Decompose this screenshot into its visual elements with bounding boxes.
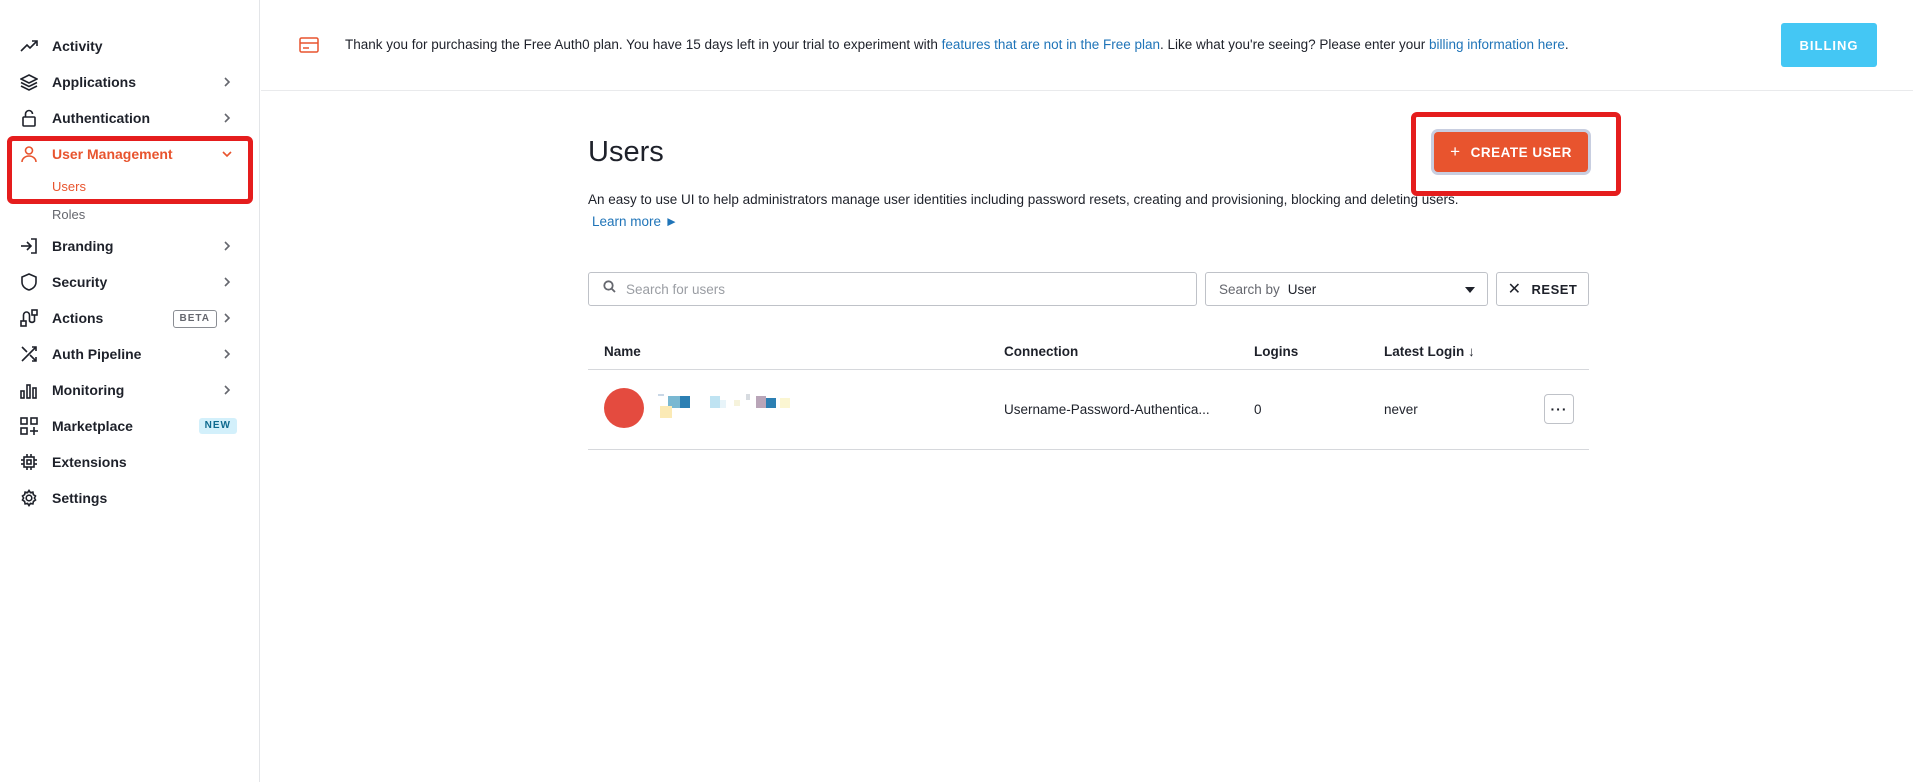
column-header-logins: Logins (1254, 344, 1299, 359)
search-by-value: User (1287, 281, 1317, 297)
grid-plus-icon (20, 417, 38, 435)
sidebar-item-label: Settings (52, 490, 108, 506)
plus-icon: + (1450, 142, 1461, 161)
chevron-right-icon (221, 111, 233, 123)
search-by-select[interactable]: Search by User (1205, 272, 1488, 306)
sidebar-subitem-users[interactable]: Users (0, 172, 259, 200)
shuffle-icon (20, 345, 38, 363)
sidebar-item-activity[interactable]: Activity (0, 28, 259, 64)
chevron-right-icon (221, 347, 233, 359)
column-header-latest-login[interactable]: Latest Login ↓ (1384, 344, 1475, 359)
billing-button[interactable]: BILLING (1781, 23, 1877, 67)
page-title: Users (588, 136, 664, 168)
sidebar: Activity Applications Authentication Use… (0, 0, 260, 782)
caret-down-icon (1465, 287, 1475, 293)
banner-text: . (1564, 37, 1569, 52)
search-by-label: Search by (1219, 281, 1280, 297)
sidebar-item-actions[interactable]: Actions BETA (0, 300, 259, 336)
sidebar-item-auth-pipeline[interactable]: Auth Pipeline (0, 336, 259, 372)
sidebar-item-settings[interactable]: Settings (0, 480, 259, 516)
sidebar-item-label: Actions (52, 310, 104, 326)
actions-flow-icon (20, 309, 38, 327)
latest-login-cell: never (1384, 402, 1418, 417)
column-header-name: Name (604, 344, 641, 359)
gear-icon (20, 489, 38, 507)
shield-icon (20, 273, 38, 291)
sidebar-item-label: Applications (52, 74, 137, 90)
banner-text: Thank you for purchasing the Free Auth0 … (345, 37, 942, 52)
sidebar-item-label: Authentication (52, 110, 150, 126)
chevron-down-icon (221, 147, 233, 159)
sidebar-item-label: Security (52, 274, 108, 290)
sidebar-item-branding[interactable]: Branding (0, 228, 259, 264)
more-horizontal-icon: ··· (1550, 401, 1568, 417)
sidebar-item-user-management[interactable]: User Management (0, 136, 259, 172)
sidebar-item-authentication[interactable]: Authentication (0, 100, 259, 136)
avatar[interactable] (604, 388, 644, 428)
sidebar-item-applications[interactable]: Applications (0, 64, 259, 100)
sign-in-icon (20, 237, 38, 255)
reset-label: RESET (1531, 281, 1578, 297)
search-box[interactable] (588, 272, 1197, 306)
lock-icon (20, 109, 38, 127)
sidebar-item-extensions[interactable]: Extensions (0, 444, 259, 480)
chevron-right-icon (221, 275, 233, 287)
page-description: An easy to use UI to help administrators… (588, 192, 1459, 207)
sidebar-item-label: Auth Pipeline (52, 346, 142, 362)
chip-icon (20, 453, 38, 471)
sidebar-item-label: Activity (52, 38, 103, 54)
search-input[interactable] (626, 281, 1186, 297)
chevron-right-icon (221, 75, 233, 87)
trending-up-icon (20, 37, 38, 55)
sidebar-item-label: User Management (52, 146, 173, 162)
user-icon (20, 145, 38, 163)
close-icon: ✕ (1507, 281, 1522, 298)
reset-button[interactable]: ✕ RESET (1496, 272, 1589, 306)
connection-cell: Username-Password-Authentica... (1004, 402, 1210, 417)
chevron-right-icon (221, 311, 233, 323)
row-more-button[interactable]: ··· (1544, 394, 1574, 424)
free-plan-features-link[interactable]: features that are not in the Free plan (942, 37, 1160, 52)
learn-more-link[interactable]: Learn more ► (592, 214, 678, 229)
search-icon (603, 280, 616, 298)
new-badge: NEW (198, 418, 237, 434)
beta-badge: BETA (172, 310, 217, 328)
bar-chart-icon (20, 381, 38, 399)
logins-cell: 0 (1254, 402, 1262, 417)
sidebar-item-marketplace[interactable]: Marketplace NEW (0, 408, 259, 444)
redacted-user-name[interactable] (658, 392, 798, 418)
sidebar-item-label: Monitoring (52, 382, 125, 398)
trial-banner: Thank you for purchasing the Free Auth0 … (261, 0, 1913, 91)
banner-text: . Like what you're seeing? Please enter … (1160, 37, 1429, 52)
column-header-connection: Connection (1004, 344, 1079, 359)
billing-info-link[interactable]: billing information here (1429, 37, 1565, 52)
sidebar-item-label: Branding (52, 238, 114, 254)
table-header: Name Connection Logins Latest Login ↓ (588, 332, 1589, 370)
credit-card-icon (299, 36, 319, 54)
create-user-label: CREATE USER (1470, 144, 1572, 160)
create-user-button[interactable]: + CREATE USER (1434, 132, 1588, 172)
sidebar-item-security[interactable]: Security (0, 264, 259, 300)
banner-message: Thank you for purchasing the Free Auth0 … (345, 37, 1569, 52)
chevron-right-icon (221, 239, 233, 251)
sidebar-item-label: Marketplace (52, 418, 133, 434)
sidebar-subitem-roles[interactable]: Roles (0, 200, 259, 228)
sidebar-item-monitoring[interactable]: Monitoring (0, 372, 259, 408)
sidebar-item-label: Extensions (52, 454, 127, 470)
chevron-right-icon (221, 383, 233, 395)
users-table: Name Connection Logins Latest Login ↓ Us… (588, 332, 1589, 450)
layers-icon (20, 73, 38, 91)
table-row[interactable]: Username-Password-Authentica... 0 never … (588, 370, 1589, 450)
